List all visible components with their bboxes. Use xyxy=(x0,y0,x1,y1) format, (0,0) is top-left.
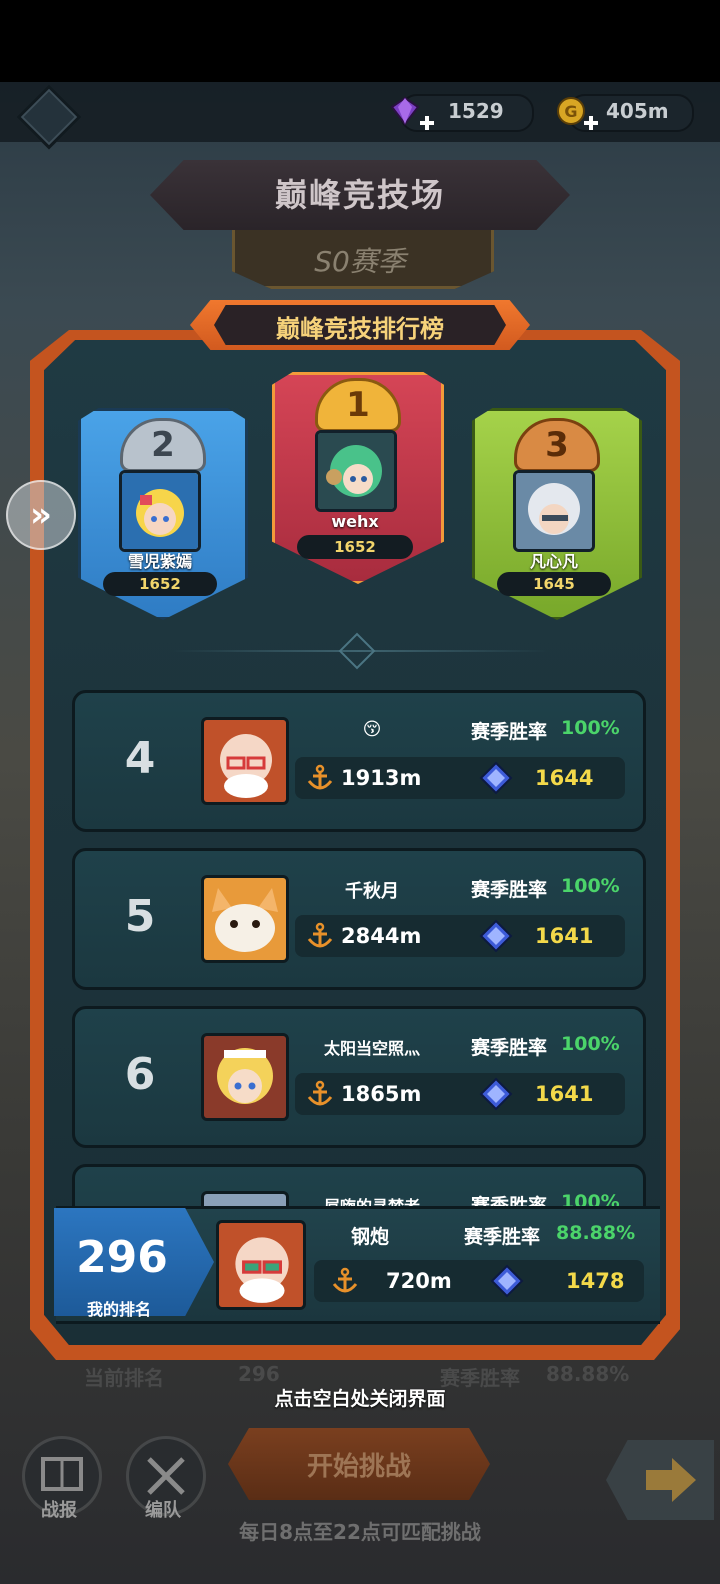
start-challenge-label: 开始挑战 xyxy=(306,1452,411,1482)
row-rate-value: 100% xyxy=(561,1191,620,1206)
arrow-right-icon xyxy=(646,1458,696,1502)
player-avatar[interactable] xyxy=(513,470,595,552)
ranking-row[interactable]: 6 太阳当空照灬 赛季胜率 100% 1865m 1641 xyxy=(72,1006,646,1148)
bg-rate-value: 88.88% xyxy=(546,1362,630,1386)
row-player-name: 屌嗨的寻梦者 xyxy=(297,1193,447,1206)
podium-player-score: 1645 xyxy=(496,572,612,596)
player-avatar[interactable] xyxy=(201,1191,289,1206)
my-rank-number: 296 xyxy=(76,1232,168,1283)
daily-match-note: 每日8点至22点可匹配挑战 xyxy=(239,1520,481,1544)
row-rank: 4 xyxy=(124,733,156,784)
ranking-row[interactable]: 4 😚 赛季胜率 100% 1913m 1644 xyxy=(72,690,646,832)
podium-player-name: 雪児紫嫣 xyxy=(127,552,192,571)
player-avatar[interactable] xyxy=(201,1033,289,1121)
gem-icon xyxy=(390,96,420,126)
podium-player-score: 1652 xyxy=(296,535,414,559)
row-distance: 1913m xyxy=(341,766,422,790)
row-rate-value: 100% xyxy=(561,717,620,739)
row-rank: 6 xyxy=(124,1049,156,1100)
page-title: 巅峰竞技场 xyxy=(274,176,445,214)
player-avatar[interactable] xyxy=(201,717,289,805)
player-avatar[interactable] xyxy=(201,875,289,963)
podium-rank-1[interactable]: 1 wehx 1652 xyxy=(272,372,444,584)
ranking-row[interactable]: 5 千秋月 赛季胜率 100% 2844m 1641 xyxy=(72,848,646,990)
podium-rank-number: 1 xyxy=(346,385,370,425)
my-rate-label: 赛季胜率 xyxy=(464,1226,541,1248)
podium-rank-number: 2 xyxy=(151,425,175,465)
season-label: S0赛季 xyxy=(314,245,406,278)
podium-rank-3[interactable]: 3 凡心凡 1645 xyxy=(472,408,642,620)
row-score: 1644 xyxy=(535,766,594,790)
rank-crystal-icon xyxy=(479,1077,513,1111)
anchor-icon xyxy=(332,1267,358,1293)
row-rate-label: 赛季胜率 xyxy=(471,721,548,743)
anchor-icon xyxy=(307,1080,333,1106)
row-distance: 1865m xyxy=(341,1082,422,1106)
row-player-name: 😚 xyxy=(362,719,382,740)
my-distance: 720m xyxy=(386,1269,452,1293)
my-avatar[interactable] xyxy=(216,1220,306,1310)
bald-old-man-avatar-icon xyxy=(219,1223,303,1307)
close-hint: 点击空白处关闭界面 xyxy=(274,1388,446,1410)
gold-amount: 405m xyxy=(606,99,669,123)
player-avatar[interactable] xyxy=(315,430,397,512)
ranking-list[interactable]: 4 😚 赛季胜率 100% 1913m 1644 5 千秋月 赛季胜率 100%… xyxy=(60,686,656,1206)
gem-amount: 1529 xyxy=(448,99,504,123)
row-player-name: 太阳当空照灬 xyxy=(323,1039,420,1058)
next-arrow-button[interactable] xyxy=(606,1440,714,1520)
anchor-icon xyxy=(307,922,333,948)
row-distance: 2844m xyxy=(341,924,422,948)
rank-crystal-icon xyxy=(479,761,513,795)
rank-crystal-icon xyxy=(479,919,513,953)
anchor-icon xyxy=(307,764,333,790)
gold-coin-icon: G xyxy=(557,97,585,125)
row-rank: 5 xyxy=(124,891,156,942)
row-score: 1641 xyxy=(535,924,594,948)
row-player-name: 千秋月 xyxy=(345,881,399,902)
maid-girl-avatar-icon xyxy=(204,1036,286,1118)
add-gem-icon[interactable] xyxy=(420,116,434,130)
my-rank-label: 我的排名 xyxy=(86,1300,151,1319)
silver-hair-man-avatar-icon xyxy=(516,473,592,549)
blonde-girl-avatar-icon xyxy=(122,473,198,549)
podium-rank-2[interactable]: 2 雪児紫嫣 1652 xyxy=(78,408,248,620)
podium-rank-number: 3 xyxy=(545,425,569,465)
podium-player-name: 凡心凡 xyxy=(529,552,578,571)
row-rate-value: 100% xyxy=(561,1033,620,1055)
expand-arrow-button[interactable]: » xyxy=(6,480,76,550)
orange-cat-avatar-icon xyxy=(204,878,286,960)
svg-text:G: G xyxy=(564,102,577,121)
row-rate-label: 赛季胜率 xyxy=(471,1195,548,1206)
my-rate-value: 88.88% xyxy=(556,1222,636,1244)
row-rate-label: 赛季胜率 xyxy=(471,879,548,901)
add-gold-icon[interactable] xyxy=(584,116,598,130)
podium-player-score: 1652 xyxy=(102,572,218,596)
green-hair-girl-avatar-icon xyxy=(318,433,394,509)
row-rate-label: 赛季胜率 xyxy=(471,1037,548,1059)
bg-current-rank-value: 296 xyxy=(238,1362,280,1386)
rank-crystal-icon xyxy=(490,1264,524,1298)
player-avatar[interactable] xyxy=(119,470,201,552)
double-chevron-right-icon: » xyxy=(30,495,52,535)
row-rate-value: 100% xyxy=(561,875,620,897)
row-score: 1641 xyxy=(535,1082,594,1106)
podium-player-name: wehx xyxy=(331,512,379,531)
my-player-name: 钢炮 xyxy=(350,1226,389,1248)
my-score: 1478 xyxy=(566,1269,625,1293)
bald-old-man-avatar-icon xyxy=(204,720,286,802)
leaderboard-title: 巅峰竞技排行榜 xyxy=(276,315,444,343)
ranking-row[interactable]: 屌嗨的寻梦者 赛季胜率 100% xyxy=(72,1164,646,1206)
